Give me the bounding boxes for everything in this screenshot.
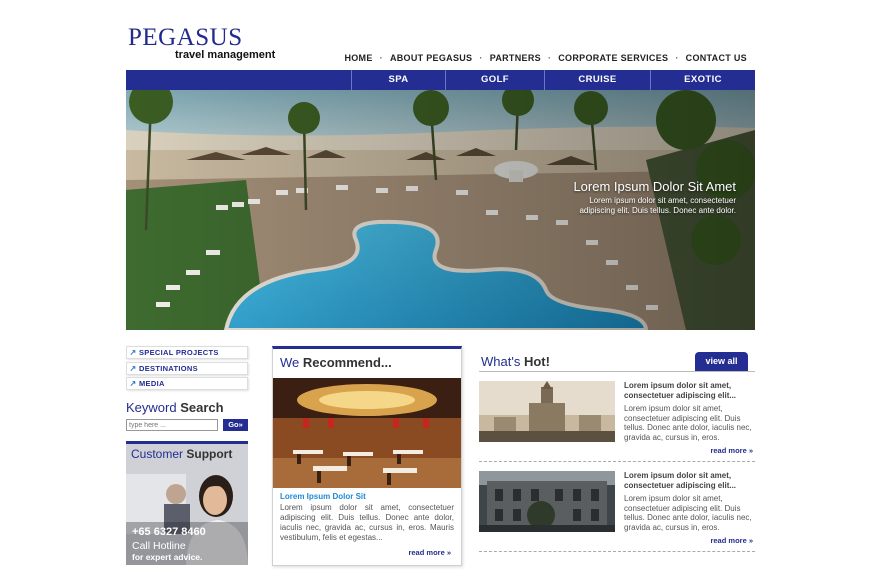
historic-building-image xyxy=(479,471,615,532)
keyword-search-title: Keyword Search xyxy=(126,400,224,415)
nav-home[interactable]: HOME xyxy=(344,53,372,63)
sidebar-item-label: SPECIAL PROJECTS xyxy=(139,348,219,357)
category-spa[interactable]: SPA xyxy=(351,70,445,90)
search-go-button[interactable]: Go» xyxy=(223,419,248,431)
nav-partners[interactable]: PARTNERS xyxy=(490,53,541,63)
restaurant-image xyxy=(273,378,461,488)
support-call-hotline: Call Hotline xyxy=(132,540,186,552)
logo-tagline: travel management xyxy=(175,49,276,61)
category-golf[interactable]: GOLF xyxy=(445,70,544,90)
nav-separator: · xyxy=(479,53,483,63)
hot-item-text: Lorem ipsum dolor sit amet, consectetuer… xyxy=(624,404,752,442)
whats-hot-title-b: Hot! xyxy=(523,354,550,369)
hot-item-image[interactable] xyxy=(479,471,615,532)
nav-separator: · xyxy=(379,53,383,63)
recommend-subtitle[interactable]: Lorem Ipsum Dolor Sit xyxy=(280,492,366,501)
arrow-icon: ↗ xyxy=(129,363,137,373)
arrow-icon: ↗ xyxy=(129,379,137,388)
recommend-title-b: Recommend... xyxy=(302,355,392,370)
divider xyxy=(479,461,755,462)
recommend-box: We Recommend... Lorem Ipsum Dolor Sit Lo… xyxy=(272,346,462,566)
customer-support-title: Customer Support xyxy=(131,447,232,461)
nav-separator: · xyxy=(675,53,679,63)
category-cruise[interactable]: CRUISE xyxy=(544,70,650,90)
recommend-title-a: We xyxy=(280,355,300,370)
nav-contact-us[interactable]: CONTACT US xyxy=(686,53,747,63)
sidebar-item-label: MEDIA xyxy=(139,379,165,388)
hot-item-read-more-link[interactable]: read more » xyxy=(710,536,753,545)
nav-corporate-services[interactable]: CORPORATE SERVICES xyxy=(558,53,668,63)
sidebar-links: ↗ SPECIAL PROJECTS ↗ DESTINATIONS ↗ MEDI… xyxy=(126,346,248,393)
arrow-icon: ↗ xyxy=(129,348,137,357)
keyword-search-input[interactable] xyxy=(126,419,218,431)
recommend-title: We Recommend... xyxy=(280,355,392,370)
hot-item-read-more-link[interactable]: read more » xyxy=(710,446,753,455)
recommend-text: Lorem ipsum dolor sit amet, consectetuer… xyxy=(280,503,454,542)
city-building-image xyxy=(479,381,615,442)
logo-name: PEGASUS xyxy=(128,24,243,51)
support-expert-advice: for expert advice. xyxy=(132,552,203,562)
hero-banner[interactable]: Lorem Ipsum Dolor Sit Amet Lorem ipsum d… xyxy=(126,90,755,330)
divider xyxy=(479,551,755,552)
hot-item-headline[interactable]: Lorem ipsum dolor sit amet, consectetuer… xyxy=(624,381,754,400)
whats-hot-title-a: What's xyxy=(481,354,521,369)
category-bar: SPA GOLF CRUISE EXOTIC xyxy=(126,70,755,90)
support-phone: +65 6327 8460 xyxy=(132,526,206,538)
hot-item-headline[interactable]: Lorem ipsum dolor sit amet, consectetuer… xyxy=(624,471,754,490)
sidebar-item-special-projects[interactable]: ↗ SPECIAL PROJECTS xyxy=(126,346,248,359)
sidebar-item-destinations[interactable]: ↗ DESTINATIONS xyxy=(126,361,248,375)
recommend-image[interactable] xyxy=(273,378,461,488)
hot-item-image[interactable] xyxy=(479,381,615,442)
recommend-read-more-link[interactable]: read more » xyxy=(408,548,451,557)
hot-item: Lorem ipsum dolor sit amet, consectetuer… xyxy=(479,471,755,552)
hero-text: Lorem ipsum dolor sit amet, consectetuer… xyxy=(579,196,736,215)
category-exotic[interactable]: EXOTIC xyxy=(650,70,755,90)
sidebar-item-label: DESTINATIONS xyxy=(139,363,198,373)
support-title-b: Support xyxy=(186,447,233,461)
divider xyxy=(479,371,755,372)
hot-item-text: Lorem ipsum dolor sit amet, consectetuer… xyxy=(624,494,752,532)
whats-hot-title: What's Hot! xyxy=(481,354,550,369)
nav-separator: · xyxy=(547,53,552,63)
hot-item: Lorem ipsum dolor sit amet, consectetuer… xyxy=(479,381,755,462)
customer-support-banner[interactable]: Customer Support +65 6327 8460 Call Hotl… xyxy=(126,441,248,565)
keyword-search-title-b: Search xyxy=(180,400,224,415)
nav-about-pegasus[interactable]: ABOUT PEGASUS xyxy=(390,53,472,63)
top-navigation: HOME · ABOUT PEGASUS · PARTNERS · CORPOR… xyxy=(344,53,747,63)
sidebar-item-media[interactable]: ↗ MEDIA xyxy=(126,377,248,390)
hero-title: Lorem Ipsum Dolor Sit Amet xyxy=(573,179,736,194)
keyword-search-title-a: Keyword xyxy=(126,400,177,415)
support-title-a: Customer xyxy=(131,447,184,461)
view-all-button[interactable]: view all xyxy=(695,352,748,371)
logo[interactable]: PEGASUS travel management xyxy=(128,24,278,62)
